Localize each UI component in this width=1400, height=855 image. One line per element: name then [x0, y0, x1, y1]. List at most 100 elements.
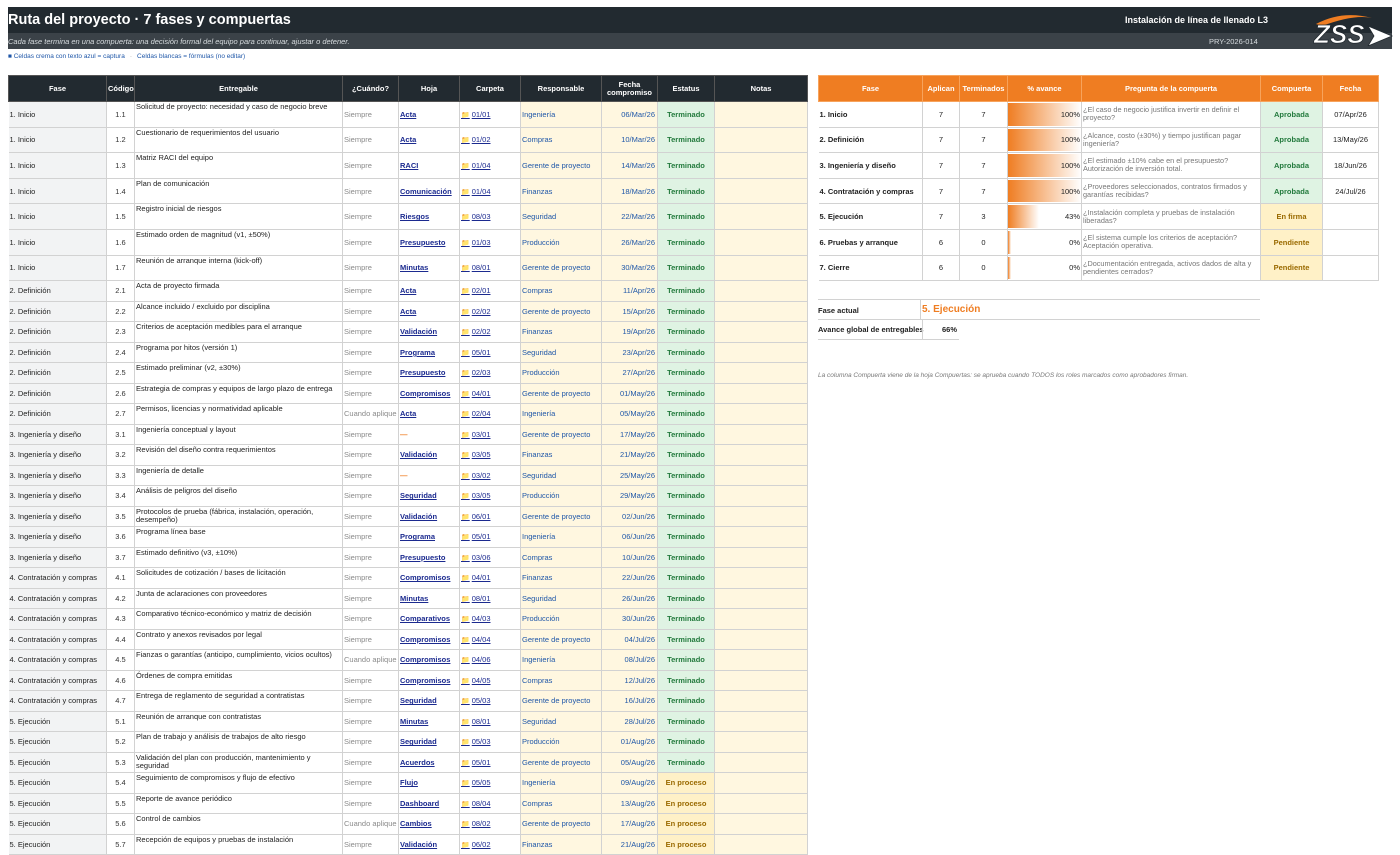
status-badge[interactable]: Terminado [657, 465, 715, 487]
folder-link[interactable]: 📁 06/01 [459, 506, 521, 528]
status-badge[interactable]: En proceso [657, 772, 715, 794]
status-badge[interactable]: Terminado [657, 649, 715, 671]
status-badge[interactable]: Terminado [657, 203, 715, 230]
owner-cell[interactable]: Producción [520, 485, 602, 507]
commit-date-cell[interactable]: 26/Jun/26 [601, 588, 658, 610]
sheet-link[interactable]: Presupuesto [398, 229, 460, 256]
status-badge[interactable]: Terminado [657, 127, 715, 154]
status-badge[interactable]: Terminado [657, 506, 715, 528]
commit-date-cell[interactable]: 02/Jun/26 [601, 506, 658, 528]
notes-cell[interactable] [714, 203, 808, 230]
sheet-link[interactable]: Compromisos [398, 629, 460, 651]
status-badge[interactable]: Terminado [657, 588, 715, 610]
sheet-link[interactable]: Validación [398, 834, 460, 855]
status-badge[interactable]: Terminado [657, 526, 715, 548]
sheet-link[interactable]: Presupuesto [398, 547, 460, 569]
commit-date-cell[interactable]: 25/May/26 [601, 465, 658, 487]
status-badge[interactable]: Terminado [657, 444, 715, 466]
folder-link[interactable]: 📁 05/01 [459, 526, 521, 548]
notes-cell[interactable] [714, 506, 808, 528]
commit-date-cell[interactable]: 10/Mar/26 [601, 127, 658, 154]
notes-cell[interactable] [714, 752, 808, 774]
sheet-link[interactable]: — [398, 465, 460, 487]
sheet-link[interactable]: Minutas [398, 711, 460, 733]
folder-link[interactable]: 📁 06/02 [459, 834, 521, 855]
commit-date-cell[interactable]: 29/May/26 [601, 485, 658, 507]
sheet-link[interactable]: Flujo [398, 772, 460, 794]
owner-cell[interactable]: Gerente de proyecto [520, 690, 602, 712]
owner-cell[interactable]: Compras [520, 280, 602, 302]
owner-cell[interactable]: Seguridad [520, 342, 602, 364]
sheet-link[interactable]: Comunicación [398, 178, 460, 205]
status-badge[interactable]: Terminado [657, 403, 715, 425]
folder-link[interactable]: 📁 08/01 [459, 255, 521, 282]
status-badge[interactable]: Terminado [657, 255, 715, 282]
folder-link[interactable]: 📁 04/01 [459, 567, 521, 589]
owner-cell[interactable]: Producción [520, 362, 602, 384]
owner-cell[interactable]: Compras [520, 793, 602, 815]
folder-link[interactable]: 📁 04/03 [459, 608, 521, 630]
status-badge[interactable]: Terminado [657, 152, 715, 179]
owner-cell[interactable]: Finanzas [520, 834, 602, 855]
owner-cell[interactable]: Producción [520, 608, 602, 630]
notes-cell[interactable] [714, 793, 808, 815]
status-badge[interactable]: Terminado [657, 362, 715, 384]
sheet-link[interactable]: — [398, 424, 460, 446]
folder-link[interactable]: 📁 08/02 [459, 813, 521, 835]
owner-cell[interactable]: Gerente de proyecto [520, 301, 602, 323]
commit-date-cell[interactable]: 22/Jun/26 [601, 567, 658, 589]
notes-cell[interactable] [714, 342, 808, 364]
owner-cell[interactable]: Compras [520, 547, 602, 569]
sheet-link[interactable]: Presupuesto [398, 362, 460, 384]
folder-link[interactable]: 📁 05/05 [459, 772, 521, 794]
notes-cell[interactable] [714, 280, 808, 302]
folder-link[interactable]: 📁 02/03 [459, 362, 521, 384]
commit-date-cell[interactable]: 05/Aug/26 [601, 752, 658, 774]
sheet-link[interactable]: Programa [398, 526, 460, 548]
notes-cell[interactable] [714, 711, 808, 733]
sheet-link[interactable]: Acuerdos [398, 752, 460, 774]
notes-cell[interactable] [714, 567, 808, 589]
status-badge[interactable]: Terminado [657, 342, 715, 364]
commit-date-cell[interactable]: 28/Jul/26 [601, 711, 658, 733]
sheet-link[interactable]: Seguridad [398, 485, 460, 507]
sheet-link[interactable]: Seguridad [398, 731, 460, 753]
status-badge[interactable]: Terminado [657, 178, 715, 205]
sheet-link[interactable]: Comparativos [398, 608, 460, 630]
owner-cell[interactable]: Seguridad [520, 465, 602, 487]
status-badge[interactable]: Terminado [657, 101, 715, 128]
folder-link[interactable]: 📁 03/06 [459, 547, 521, 569]
folder-link[interactable]: 📁 01/01 [459, 101, 521, 128]
folder-link[interactable]: 📁 01/02 [459, 127, 521, 154]
status-badge[interactable]: En proceso [657, 834, 715, 855]
notes-cell[interactable] [714, 424, 808, 446]
owner-cell[interactable]: Finanzas [520, 321, 602, 343]
notes-cell[interactable] [714, 362, 808, 384]
sheet-link[interactable]: Minutas [398, 255, 460, 282]
sheet-link[interactable]: Acta [398, 403, 460, 425]
folder-link[interactable]: 📁 03/02 [459, 465, 521, 487]
notes-cell[interactable] [714, 731, 808, 753]
owner-cell[interactable]: Gerente de proyecto [520, 152, 602, 179]
owner-cell[interactable]: Producción [520, 731, 602, 753]
commit-date-cell[interactable]: 21/May/26 [601, 444, 658, 466]
owner-cell[interactable]: Gerente de proyecto [520, 752, 602, 774]
folder-link[interactable]: 📁 04/01 [459, 383, 521, 405]
sheet-link[interactable]: Riesgos [398, 203, 460, 230]
commit-date-cell[interactable]: 21/Aug/26 [601, 834, 658, 855]
commit-date-cell[interactable]: 12/Jul/26 [601, 670, 658, 692]
commit-date-cell[interactable]: 10/Jun/26 [601, 547, 658, 569]
folder-link[interactable]: 📁 08/04 [459, 793, 521, 815]
commit-date-cell[interactable]: 23/Apr/26 [601, 342, 658, 364]
owner-cell[interactable]: Seguridad [520, 203, 602, 230]
sheet-link[interactable]: Compromisos [398, 383, 460, 405]
commit-date-cell[interactable]: 30/Mar/26 [601, 255, 658, 282]
folder-link[interactable]: 📁 05/03 [459, 690, 521, 712]
sheet-link[interactable]: Minutas [398, 588, 460, 610]
commit-date-cell[interactable]: 27/Apr/26 [601, 362, 658, 384]
status-badge[interactable]: Terminado [657, 321, 715, 343]
status-badge[interactable]: Terminado [657, 229, 715, 256]
sheet-link[interactable]: Acta [398, 101, 460, 128]
status-badge[interactable]: Terminado [657, 280, 715, 302]
owner-cell[interactable]: Gerente de proyecto [520, 813, 602, 835]
